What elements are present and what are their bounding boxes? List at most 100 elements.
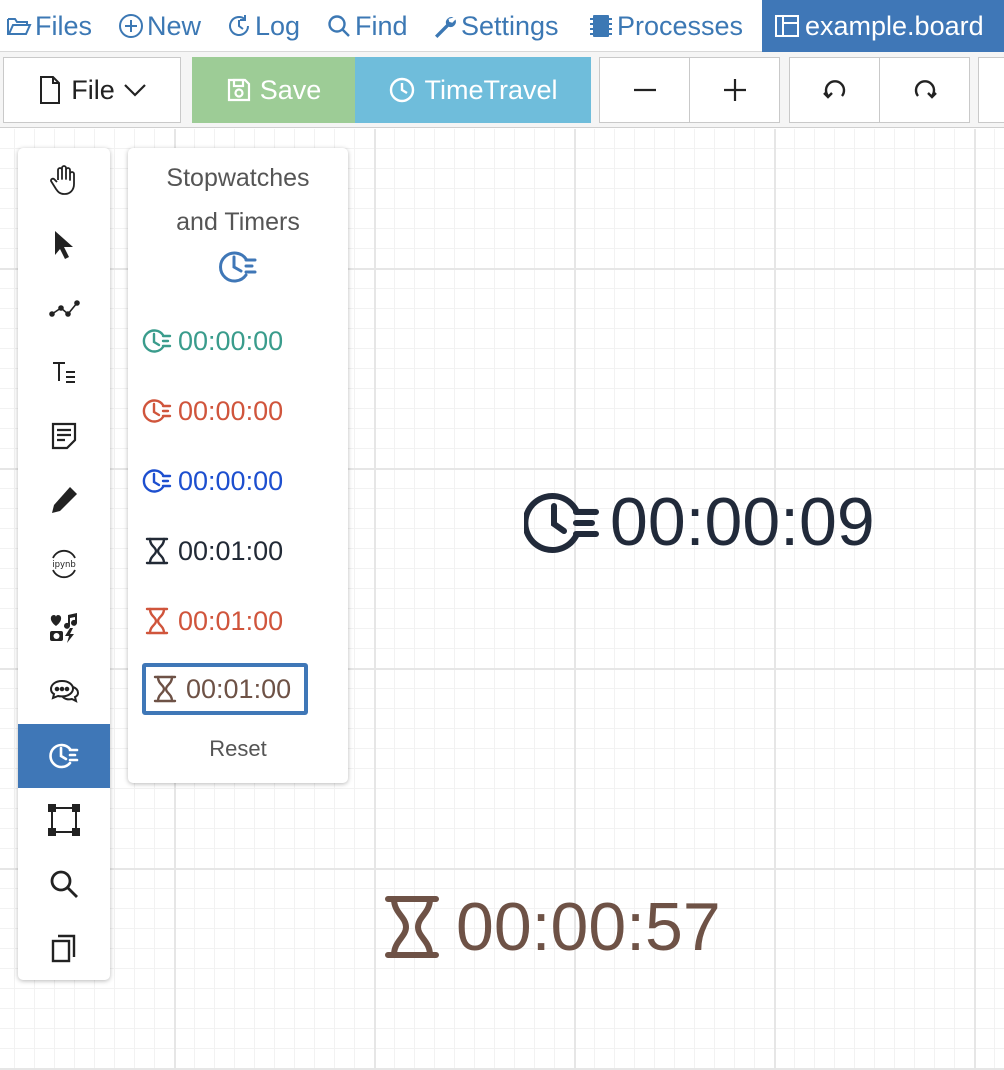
folder-open-icon — [7, 18, 32, 35]
text-icon — [53, 362, 75, 383]
top-navigation: Files New Log Find Settings Processes ex… — [0, 0, 1004, 52]
history-icon — [229, 15, 249, 36]
board-icon — [775, 15, 799, 37]
undo-icon — [822, 80, 845, 99]
comments-icon — [49, 679, 80, 703]
panel-title-line1: Stopwatches — [166, 164, 310, 192]
media-icon — [50, 613, 77, 643]
nav-log[interactable]: Log — [226, 10, 300, 42]
ipynb-text: ipynb — [52, 560, 76, 570]
wrench-icon — [435, 17, 456, 38]
chevron-down-icon — [123, 84, 146, 97]
nav-log-label: Log — [255, 10, 301, 41]
nav-processes-label: Processes — [617, 10, 744, 41]
file-icon — [40, 76, 61, 104]
tool-pages[interactable] — [18, 916, 110, 980]
pointer-icon — [55, 231, 73, 259]
redo-button[interactable] — [879, 57, 970, 123]
pages-icon — [51, 934, 76, 963]
ipynb-icon: ipynb — [52, 549, 76, 579]
canvas-stopwatch[interactable]: 00:00:09 — [524, 482, 875, 562]
history-icon — [390, 77, 415, 103]
tool-comments[interactable] — [18, 660, 110, 724]
connector-icon — [49, 300, 80, 317]
redo-icon — [914, 80, 937, 99]
stopwatch-icon — [524, 493, 599, 553]
undo-button[interactable] — [789, 57, 880, 123]
hourglass-icon — [385, 896, 439, 958]
hourglass-icon — [145, 537, 169, 565]
tool-pencil[interactable] — [18, 468, 110, 532]
nav-find[interactable]: Find — [326, 10, 408, 42]
tab-example-board-label: example.board — [805, 10, 984, 41]
nav-files-label: Files — [35, 10, 93, 41]
minus-icon — [633, 88, 656, 92]
tool-note[interactable] — [18, 404, 110, 468]
timetravel-label: TimeTravel — [424, 74, 558, 105]
panel-timer-brown-value: 00:01:00 — [186, 673, 292, 704]
tool-text[interactable] — [18, 340, 110, 404]
panel-timer-brown[interactable]: 00:01:00 — [142, 663, 308, 715]
toolbar: File Save TimeTravel — [0, 52, 1004, 128]
hand-icon — [50, 165, 75, 195]
tool-hand[interactable] — [18, 148, 110, 212]
save-icon — [227, 78, 250, 102]
panel-timer-dark-value: 00:01:00 — [178, 535, 284, 566]
panel-stopwatch-blue[interactable]: 00:00:00 — [142, 455, 308, 507]
panel-title-line2: and Timers — [176, 208, 300, 236]
panel-stopwatch-teal[interactable]: 00:00:00 — [142, 315, 308, 367]
tool-ipynb[interactable]: ipynb — [18, 532, 110, 596]
zoom-icon — [50, 870, 78, 898]
panel-stopwatch-blue-value: 00:00:00 — [178, 465, 284, 496]
plus-icon — [723, 79, 746, 101]
more-toolbar-button[interactable] — [978, 57, 1004, 123]
nav-processes[interactable]: Processes — [588, 10, 743, 42]
reset-button[interactable]: Reset — [128, 736, 348, 762]
nav-files[interactable]: Files — [6, 10, 92, 42]
pencil-icon — [52, 487, 77, 513]
nav-settings-label: Settings — [461, 10, 559, 41]
panel-stopwatch-teal-value: 00:00:00 — [178, 325, 284, 356]
stopwatch-icon — [219, 251, 257, 283]
memory-icon — [590, 15, 612, 37]
hourglass-icon — [145, 607, 169, 635]
panel-timer-red-value: 00:01:00 — [178, 605, 284, 636]
panel-timer-red[interactable]: 00:01:00 — [142, 595, 308, 647]
panel-timer-dark[interactable]: 00:01:00 — [142, 525, 308, 577]
tab-example-board[interactable]: example.board — [762, 0, 1004, 52]
stopwatch-icon — [142, 469, 172, 493]
search-icon — [328, 15, 350, 37]
timetravel-button[interactable]: TimeTravel — [355, 57, 591, 123]
tool-zoom[interactable] — [18, 852, 110, 916]
tool-stopwatch[interactable] — [18, 724, 110, 788]
stopwatch-panel: Stopwatches and Timers 00:00:00 00:00:00… — [128, 148, 348, 783]
panel-stopwatch-red-value: 00:00:00 — [178, 395, 284, 426]
zoom-out-button[interactable] — [599, 57, 690, 123]
tool-connector[interactable] — [18, 276, 110, 340]
canvas-timer[interactable]: 00:00:57 — [384, 887, 721, 967]
canvas-stopwatch-value: 00:00:09 — [610, 484, 875, 560]
zoom-in-button[interactable] — [689, 57, 780, 123]
panel-stopwatch-red[interactable]: 00:00:00 — [142, 385, 308, 437]
stopwatch-icon — [142, 399, 172, 423]
stopwatch-icon — [142, 329, 172, 353]
note-icon — [51, 422, 77, 450]
hourglass-icon — [153, 675, 177, 703]
tool-frame[interactable] — [18, 788, 110, 852]
plus-circle-icon — [119, 14, 143, 38]
save-button[interactable]: Save — [192, 57, 355, 123]
file-menu-label: File — [71, 74, 115, 105]
save-label: Save — [259, 74, 322, 105]
nav-new[interactable]: New — [118, 10, 201, 42]
file-menu-button[interactable]: File — [3, 57, 181, 123]
tool-media[interactable] — [18, 596, 110, 660]
nav-new-label: New — [147, 10, 202, 41]
panel-title: Stopwatches and Timers — [128, 156, 348, 244]
nav-find-label: Find — [355, 10, 408, 41]
nav-settings[interactable]: Settings — [432, 10, 559, 42]
frame-icon — [48, 804, 80, 836]
tool-palette: ipynb — [18, 148, 110, 980]
tool-pointer[interactable] — [18, 212, 110, 276]
stopwatch-icon — [49, 743, 79, 769]
canvas-timer-value: 00:00:57 — [456, 889, 721, 965]
